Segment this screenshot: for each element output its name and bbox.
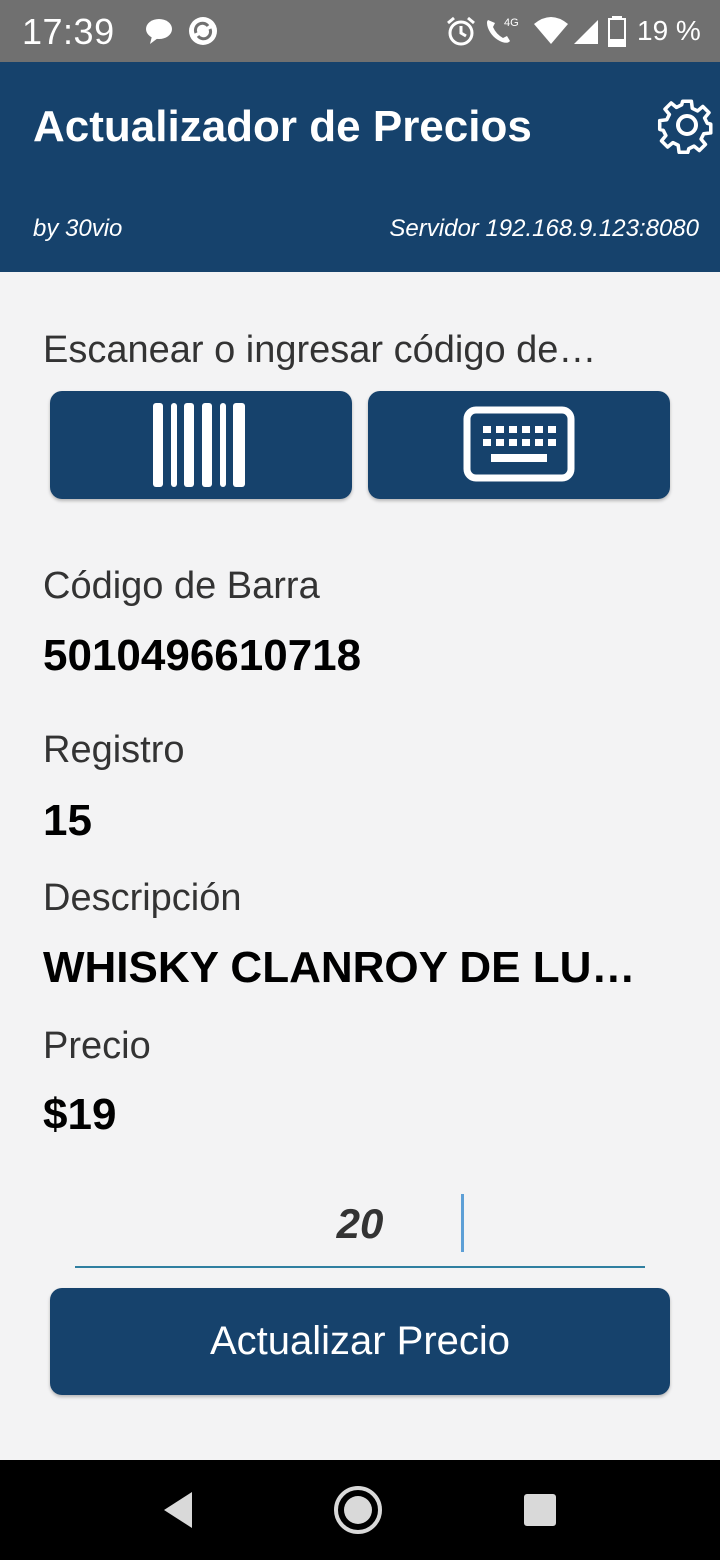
description-value: WHISKY CLANROY DE LUX… xyxy=(43,943,663,992)
server-address: Servidor 192.168.9.123:8080 xyxy=(389,215,699,242)
scan-barcode-button[interactable] xyxy=(50,391,352,499)
status-time: 17:39 xyxy=(22,11,115,52)
sync-icon xyxy=(189,17,217,45)
back-icon[interactable] xyxy=(150,1480,210,1540)
barcode-value: 5010496610718 xyxy=(43,631,362,680)
gear-icon[interactable] xyxy=(654,92,720,158)
home-icon[interactable] xyxy=(328,1480,388,1540)
app-author: by 30vio xyxy=(33,215,123,242)
manual-entry-button[interactable] xyxy=(368,391,670,499)
system-nav-bar xyxy=(0,1460,720,1560)
recents-icon[interactable] xyxy=(510,1480,570,1540)
battery-icon xyxy=(608,16,626,47)
app-header: Actualizador de Precios by 30vio Servido… xyxy=(0,62,720,272)
wifi-icon xyxy=(534,17,568,44)
alarm-icon xyxy=(447,16,475,46)
update-price-button[interactable]: Actualizar Precio xyxy=(50,1288,670,1395)
text-cursor xyxy=(461,1194,464,1252)
volte-phone-icon: 4G xyxy=(487,17,519,43)
status-bar: 17:39 4G 19 % xyxy=(0,0,720,62)
signal-icon xyxy=(574,20,598,44)
app-title: Actualizador de Precios xyxy=(33,102,532,151)
network-type-text: 4G xyxy=(504,17,519,29)
new-price-field xyxy=(75,1186,645,1268)
keyboard-icon xyxy=(463,406,575,482)
barcode-icon xyxy=(153,403,245,487)
price-value: $19 xyxy=(43,1090,117,1139)
scan-prompt: Escanear o ingresar código de… xyxy=(43,329,597,371)
barcode-label: Código de Barra xyxy=(43,565,320,607)
price-label: Precio xyxy=(43,1025,151,1067)
new-price-input[interactable] xyxy=(75,1186,645,1262)
battery-percent: 19 % xyxy=(637,15,701,46)
registro-label: Registro xyxy=(43,729,185,771)
description-label: Descripción xyxy=(43,877,242,919)
chat-bubble-icon xyxy=(146,19,172,44)
registro-value: 15 xyxy=(43,796,92,845)
